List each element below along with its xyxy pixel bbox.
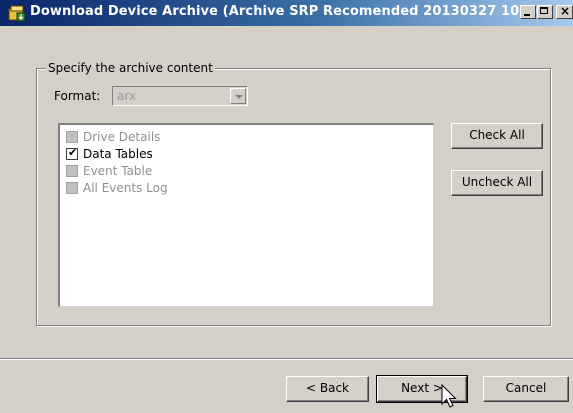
uncheck-all-button[interactable]: Uncheck All xyxy=(451,170,543,196)
item-label: Event Table xyxy=(83,164,153,178)
checkmark-icon: ✔ xyxy=(68,146,78,159)
item-label: Data Tables xyxy=(83,147,153,161)
maximize-button[interactable] xyxy=(537,5,553,19)
window-title: Download Device Archive (Archive SRP Rec… xyxy=(30,4,553,19)
minimize-icon xyxy=(524,14,530,16)
checkbox-all-events-log[interactable] xyxy=(66,182,78,194)
chevron-down-icon xyxy=(235,95,243,99)
check-all-button[interactable]: Check All xyxy=(451,123,543,149)
minimize-button[interactable] xyxy=(520,5,536,19)
mouse-pointer-icon xyxy=(441,384,457,408)
format-value: arx xyxy=(117,89,137,103)
archive-items-list[interactable]: Drive Details ✔ Data Tables Event Table … xyxy=(58,123,434,307)
format-dropdown[interactable]: arx xyxy=(112,86,248,106)
dropdown-arrow-button[interactable] xyxy=(230,88,246,104)
format-label: Format: xyxy=(54,89,101,103)
group-legend: Specify the archive content xyxy=(46,61,215,75)
archive-app-icon xyxy=(8,5,26,22)
item-label: All Events Log xyxy=(83,181,168,195)
footer-separator xyxy=(0,358,573,360)
checkbox-event-table[interactable] xyxy=(66,165,78,177)
title-bar[interactable]: Download Device Archive (Archive SRP Rec… xyxy=(0,0,573,26)
checkbox-drive-details[interactable] xyxy=(66,131,78,143)
checkbox-data-tables[interactable]: ✔ xyxy=(66,146,78,160)
back-button[interactable]: < Back xyxy=(286,376,369,402)
cancel-button[interactable]: Cancel xyxy=(483,376,569,402)
close-icon: × xyxy=(560,4,571,18)
maximize-icon xyxy=(540,7,548,14)
close-button[interactable]: × xyxy=(556,4,573,19)
item-label: Drive Details xyxy=(83,130,161,144)
